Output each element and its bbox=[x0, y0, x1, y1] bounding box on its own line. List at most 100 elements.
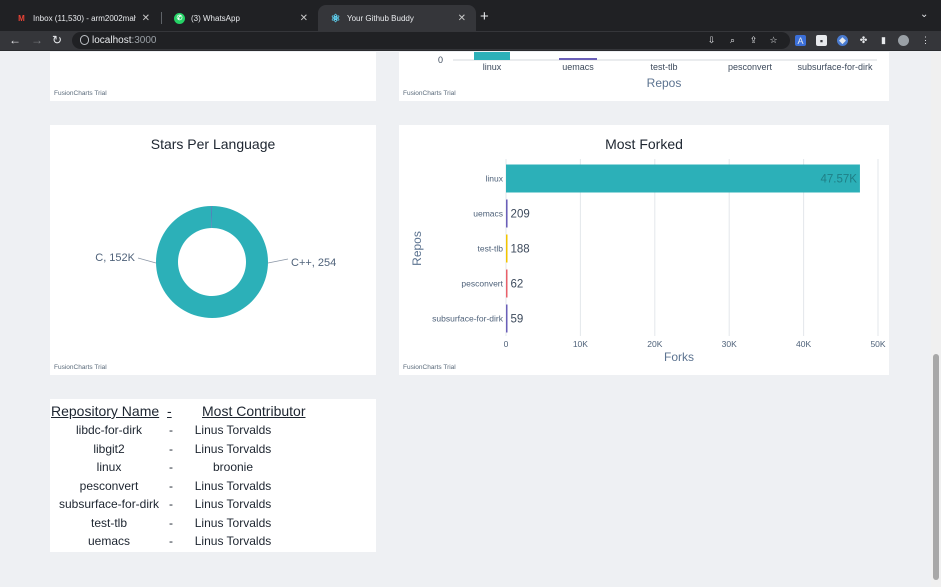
back-arrow-icon[interactable]: ← bbox=[9, 33, 21, 47]
header-separator: - bbox=[167, 403, 172, 419]
repo-cell: test-tlb bbox=[90, 515, 127, 530]
more-menu-icon[interactable]: ⋮ bbox=[920, 35, 931, 46]
bar[interactable] bbox=[506, 304, 508, 333]
x-tick-label: 30K bbox=[722, 339, 737, 349]
repo-cell: libgit2 bbox=[93, 441, 125, 456]
uemacs-bar bbox=[559, 58, 597, 60]
site-info-icon[interactable] bbox=[80, 35, 89, 45]
url-host: localhost bbox=[92, 35, 132, 46]
repo-cell: libdc-for-dirk bbox=[75, 423, 142, 437]
top-left-chart-card: FusionCharts Trial bbox=[50, 52, 376, 101]
category-label: pesconvert bbox=[728, 62, 773, 72]
browser-toolbar: ← → ↻ localhost:3000 ⇩ ⌕ ⇪ ☆ A ▪ ◆ ✤ ▮ ⋮ bbox=[0, 31, 941, 51]
bookmark-star-icon[interactable]: ☆ bbox=[768, 35, 779, 46]
category-label: uemacs bbox=[562, 62, 594, 72]
tab-strip: M Inbox (11,530) - arm2002mahä ✕ ✆ (3) W… bbox=[0, 0, 941, 31]
table-row: uemacs - Linus Torvalds bbox=[50, 534, 376, 552]
x-tick-label: 50K bbox=[870, 339, 885, 349]
category-label: pesconvert bbox=[461, 279, 503, 289]
url-text: localhost:3000 bbox=[92, 35, 157, 46]
x-axis-title: Repos bbox=[647, 76, 682, 90]
table-row: libdc-for-dirk - Linus Torvalds bbox=[50, 423, 376, 441]
top-right-chart-card: 0 linux uemacs test-tlb pesconvert subsu… bbox=[399, 52, 889, 101]
bar[interactable] bbox=[506, 234, 508, 263]
slice-data-label: C, 152K bbox=[95, 252, 135, 264]
tab-title: (3) WhatsApp bbox=[191, 13, 240, 23]
contributors-table-card: Repository Name - Most Contributor libdc… bbox=[50, 399, 376, 552]
url-port: :3000 bbox=[131, 35, 157, 46]
zoom-icon[interactable]: ⌕ bbox=[727, 35, 738, 46]
stars-per-language-card: Stars Per Language C, 152K C++, 254 Fusio… bbox=[50, 125, 376, 375]
x-tick-label: 40K bbox=[796, 339, 811, 349]
slice-data-label: C++, 254 bbox=[291, 257, 336, 269]
slice-leader-line bbox=[267, 258, 289, 264]
extension-icon[interactable]: ▪ bbox=[816, 35, 827, 46]
bar[interactable] bbox=[506, 164, 860, 193]
forward-arrow-icon[interactable]: → bbox=[31, 33, 43, 47]
table-row: pesconvert - Linus Torvalds bbox=[50, 479, 376, 497]
chart-trial-watermark: FusionCharts Trial bbox=[54, 364, 107, 371]
chart-trial-watermark: FusionCharts Trial bbox=[403, 90, 456, 97]
stars-donut-chart: C, 152K C++, 254 bbox=[95, 206, 336, 318]
repo-cell: subsurface-for-dirk bbox=[58, 497, 160, 511]
contributor-cell: Linus Torvalds bbox=[194, 515, 272, 530]
most-forked-bar-chart: 0 10K 20K 30K 40K 50K linux 47.57K uemacs 209 test… bbox=[410, 159, 886, 364]
whatsapp-icon: ✆ bbox=[174, 12, 185, 24]
tab-search-chevron-icon[interactable]: ⌄ bbox=[920, 9, 928, 20]
contributor-cell: Linus Torvalds bbox=[194, 441, 272, 456]
page-viewport: FusionCharts Trial 0 linux uemacs test-t… bbox=[0, 52, 931, 587]
bar-value-label: 209 bbox=[511, 209, 530, 221]
gmail-icon: M bbox=[18, 13, 25, 23]
table-row: test-tlb - Linus Torvalds bbox=[50, 516, 376, 534]
y-zero-label: 0 bbox=[438, 55, 443, 65]
x-axis-title: Forks bbox=[664, 350, 694, 364]
x-tick-label: 10K bbox=[573, 339, 588, 349]
category-label: test-tlb bbox=[650, 62, 677, 72]
close-icon[interactable]: ✕ bbox=[458, 13, 466, 24]
tab-github-buddy[interactable]: ⚛ Your Github Buddy ✕ bbox=[318, 5, 476, 31]
side-panel-icon[interactable]: ▮ bbox=[878, 35, 889, 46]
table-row: libgit2- Linus Torvalds bbox=[50, 442, 376, 460]
bar[interactable] bbox=[506, 199, 508, 228]
shield-extension-icon[interactable]: ◆ bbox=[837, 35, 848, 46]
tab-whatsapp[interactable]: ✆ (3) WhatsApp ✕ bbox=[162, 5, 318, 31]
most-forked-card: Most Forked 0 10K 20K 30K 40K 50K linux 47.57K u… bbox=[399, 125, 889, 375]
contributor-cell: Linus Torvalds bbox=[194, 423, 272, 437]
category-label: subsurface-for-dirk bbox=[797, 62, 873, 72]
tab-title: Inbox (11,530) - arm2002mahä bbox=[33, 13, 136, 23]
chart-trial-watermark: FusionCharts Trial bbox=[403, 364, 456, 371]
repo-cell: pesconvert bbox=[79, 478, 139, 493]
tab-gmail[interactable]: M Inbox (11,530) - arm2002mahä ✕ bbox=[4, 5, 160, 31]
header-repository-name: Repository Name bbox=[51, 403, 160, 419]
react-icon: ⚛ bbox=[330, 12, 341, 25]
contributor-cell: Linus Torvalds bbox=[194, 534, 272, 548]
header-most-contributor: Most Contributor bbox=[202, 403, 306, 419]
new-tab-button[interactable]: + bbox=[480, 8, 489, 25]
category-label: subsurface-for-dirk bbox=[432, 314, 504, 324]
bar-value-label: 47.57K bbox=[820, 174, 857, 186]
contributor-cell: broonie bbox=[212, 460, 254, 474]
page-scrollbar[interactable] bbox=[931, 52, 941, 587]
profile-avatar[interactable] bbox=[898, 35, 909, 46]
bar[interactable] bbox=[506, 269, 508, 298]
repo-cell: linux bbox=[96, 460, 122, 474]
reload-icon[interactable]: ↻ bbox=[52, 33, 62, 47]
table-row: subsurface-for-dirk - Linus Torvalds bbox=[50, 497, 376, 515]
address-bar[interactable]: localhost:3000 bbox=[72, 32, 790, 49]
repo-cell: uemacs bbox=[87, 534, 131, 548]
puzzle-icon[interactable]: ✤ bbox=[858, 35, 869, 46]
category-label: linux bbox=[483, 62, 502, 72]
scrollbar-thumb[interactable] bbox=[933, 354, 939, 580]
contributor-cell: Linus Torvalds bbox=[194, 497, 272, 511]
contributor-cell: Linus Torvalds bbox=[194, 478, 272, 493]
bar-value-label: 59 bbox=[511, 314, 524, 326]
category-label: uemacs bbox=[473, 209, 503, 219]
close-icon[interactable]: ✕ bbox=[142, 13, 150, 24]
bar-value-label: 188 bbox=[511, 244, 530, 256]
translate-extension-icon[interactable]: A bbox=[795, 35, 806, 46]
y-axis-title: Repos bbox=[410, 231, 424, 266]
close-icon[interactable]: ✕ bbox=[300, 13, 308, 24]
category-label: test-tlb bbox=[477, 244, 503, 254]
share-icon[interactable]: ⇪ bbox=[748, 35, 759, 46]
install-app-icon[interactable]: ⇩ bbox=[706, 35, 717, 46]
